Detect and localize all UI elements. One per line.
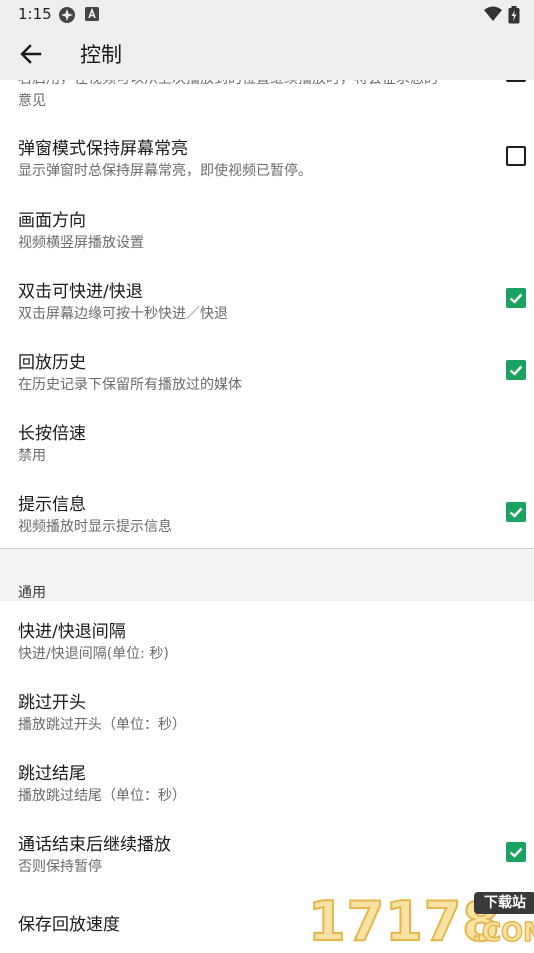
settings-row-playback-history[interactable]: 回放历史 在历史记录下保留所有播放过的媒体 — [0, 346, 534, 416]
settings-row-subtitle: 在历史记录下保留所有播放过的媒体 — [18, 377, 242, 393]
settings-row-subtitle: 禁用 — [18, 448, 46, 464]
checkbox-checked[interactable] — [506, 502, 526, 522]
checkbox-checked[interactable] — [506, 360, 526, 380]
back-arrow-icon[interactable] — [18, 41, 44, 67]
settings-row-title: 快进/快退间隔 — [18, 622, 126, 642]
settings-row-title: 通话结束后继续播放 — [18, 835, 171, 855]
wifi-icon — [484, 6, 502, 26]
settings-row-title: 保存回放速度 — [18, 915, 120, 935]
settings-row-hint-info[interactable]: 提示信息 视频播放时显示提示信息 — [0, 488, 534, 550]
settings-row-subtitle: 视频播放时显示提示信息 — [18, 519, 172, 535]
checkbox-unchecked[interactable] — [506, 80, 526, 82]
check-icon — [509, 293, 523, 304]
settings-row-subtitle: 否则保持暂停 — [18, 859, 102, 875]
settings-row-subtitle: 快进/快退间隔(单位: 秒) — [18, 646, 169, 662]
settings-row-title: 回放历史 — [18, 353, 86, 373]
settings-row-skip-ending[interactable]: 跳过结尾 播放跳过结尾（单位：秒） — [0, 757, 534, 827]
settings-row-keep-screen-on-popup[interactable]: 弹窗模式保持屏幕常亮 显示弹窗时总保持屏幕常亮，即使视频已暂停。 — [0, 132, 534, 202]
checkbox-unchecked[interactable] — [506, 146, 526, 166]
battery-icon — [508, 6, 520, 28]
check-icon — [509, 365, 523, 376]
settings-row-resume-prompt[interactable]: 右启用，在视频可以从上次播放到的位置继续播放时，将会征求您的 意见 — [0, 80, 534, 118]
settings-row-long-press-speed[interactable]: 长按倍速 禁用 — [0, 417, 534, 487]
settings-row-title: 跳过开头 — [18, 693, 86, 713]
settings-row-subtitle: 双击屏幕边缘可按十秒快进／快退 — [18, 306, 228, 322]
settings-row-skip-intro[interactable]: 跳过开头 播放跳过开头（单位：秒） — [0, 686, 534, 756]
section-header-general: 通用 — [18, 585, 46, 601]
settings-row-subtitle: 意见 — [18, 93, 46, 109]
settings-row-title: 跳过结尾 — [18, 764, 86, 784]
app-bar: 控制 — [0, 28, 534, 80]
settings-row-subtitle: 右启用，在视频可以从上次播放到的位置继续播放时，将会征求您的 — [18, 80, 438, 88]
settings-row-subtitle: 视频横竖屏播放设置 — [18, 235, 144, 251]
settings-row-title: 提示信息 — [18, 495, 86, 515]
status-bar: 1:15 — [0, 0, 534, 28]
checkbox-checked[interactable] — [506, 288, 526, 308]
settings-row-subtitle: 播放跳过开头（单位：秒） — [18, 717, 186, 733]
watermark-suffix: .COM — [471, 917, 534, 949]
settings-row-title: 长按倍速 — [18, 424, 86, 444]
settings-row-title: 双击可快进/快退 — [18, 282, 143, 302]
page-title: 控制 — [80, 43, 122, 67]
settings-row-double-tap-seek[interactable]: 双击可快进/快退 双击屏幕边缘可按十秒快进／快退 — [0, 275, 534, 345]
watermark-logo: 17178 下载站 .COM — [307, 888, 534, 953]
watermark-tag: 下载站 — [474, 892, 534, 914]
section-header-band — [0, 549, 534, 601]
settings-row-subtitle: 播放跳过结尾（单位：秒） — [18, 788, 186, 804]
settings-list[interactable]: 右启用，在视频可以从上次播放到的位置继续播放时，将会征求您的 意见 弹窗模式保持… — [0, 80, 534, 950]
settings-row-seek-interval[interactable]: 快进/快退间隔 快进/快退间隔(单位: 秒) — [0, 615, 534, 685]
settings-row-subtitle: 显示弹窗时总保持屏幕常亮，即使视频已暂停。 — [18, 163, 312, 179]
checkbox-checked[interactable] — [506, 842, 526, 862]
settings-row-title: 弹窗模式保持屏幕常亮 — [18, 139, 188, 159]
a-notification-icon — [84, 6, 100, 26]
status-time: 1:15 — [18, 5, 52, 23]
settings-row-title: 画面方向 — [18, 211, 86, 231]
check-icon — [509, 507, 523, 518]
settings-row-screen-orientation[interactable]: 画面方向 视频横竖屏播放设置 — [0, 204, 534, 274]
check-icon — [509, 847, 523, 858]
app-notification-icon — [58, 6, 76, 28]
